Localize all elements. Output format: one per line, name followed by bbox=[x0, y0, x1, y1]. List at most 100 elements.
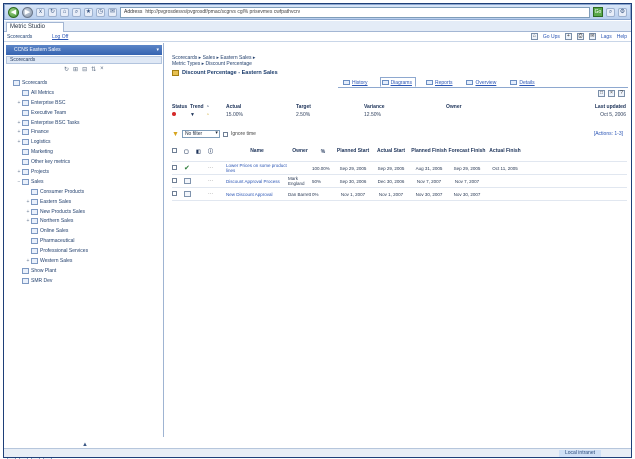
tree-item-label[interactable]: Show Plant bbox=[31, 268, 56, 274]
tree-item[interactable]: Other key metrics bbox=[7, 157, 163, 167]
search-icon[interactable]: ⌕ bbox=[72, 7, 81, 17]
tree-item-label[interactable]: SMR Dev bbox=[31, 278, 52, 284]
row-checkbox[interactable] bbox=[172, 191, 177, 196]
table-row[interactable]: ✔ ··· Lower Prices on some product lines 10… bbox=[172, 162, 627, 175]
row-menu-icon[interactable]: ··· bbox=[208, 191, 226, 197]
sort-icon[interactable]: ⇅ bbox=[91, 66, 96, 73]
tree-item[interactable]: + Enterprise BSC bbox=[7, 98, 163, 108]
tree-item[interactable]: Scorecards bbox=[7, 78, 163, 88]
col-percent[interactable]: % bbox=[312, 149, 334, 155]
tree-item-label[interactable]: Pharmaceutical bbox=[40, 238, 74, 244]
expand-icon[interactable]: ⊞ bbox=[73, 66, 78, 73]
tree-item-label[interactable]: Enterprise BSC bbox=[31, 100, 65, 106]
home-icon[interactable]: ⌂ bbox=[60, 7, 69, 17]
tree-item-label[interactable]: Western Sales bbox=[40, 258, 72, 264]
tree-item[interactable]: + Eastern Sales bbox=[7, 197, 163, 207]
header-link-lags[interactable]: Lags bbox=[601, 34, 612, 40]
tree-item[interactable]: Show Plant bbox=[7, 266, 163, 276]
tree-item-label[interactable]: All Metrics bbox=[31, 90, 54, 96]
chevron-down-icon[interactable]: ▾ bbox=[156, 45, 159, 55]
close-icon[interactable]: × bbox=[100, 66, 104, 73]
header-link-help[interactable]: Help bbox=[617, 34, 627, 40]
tree-item-label[interactable]: Other key metrics bbox=[31, 159, 70, 165]
col-planned-finish[interactable]: Planned Finish bbox=[410, 149, 448, 154]
col-actual-start[interactable]: Actual Start bbox=[372, 149, 410, 154]
actions-count-link[interactable]: [Actions: 1-3] bbox=[594, 131, 623, 137]
col-trend[interactable]: Trend bbox=[190, 104, 206, 110]
tree-item-label[interactable]: Eastern Sales bbox=[40, 199, 71, 205]
tree-item[interactable]: Online Sales bbox=[7, 226, 163, 236]
tree-item[interactable]: + New Products Sales bbox=[7, 207, 163, 217]
tree-item[interactable]: Pharmaceutical bbox=[7, 236, 163, 246]
col-actual[interactable]: Actual bbox=[226, 104, 296, 110]
tree-item-label[interactable]: Northern Sales bbox=[40, 218, 73, 224]
home-icon[interactable]: ⌂ bbox=[530, 33, 538, 40]
col-planned-start[interactable]: Planned Start bbox=[334, 149, 372, 154]
filter-select[interactable]: No filter bbox=[181, 130, 220, 138]
col-variance[interactable]: Variance bbox=[364, 104, 446, 110]
tab-details[interactable]: Details bbox=[508, 77, 538, 87]
refresh-icon[interactable]: ↻ bbox=[48, 7, 57, 17]
tree-item-label[interactable]: Finance bbox=[31, 129, 49, 135]
action-name-link[interactable]: Discount Approval Process bbox=[226, 179, 288, 184]
tree-item-label[interactable]: Logistics bbox=[31, 139, 50, 145]
forward-button[interactable]: ▶ bbox=[22, 6, 33, 18]
tree-item-label[interactable]: Online Sales bbox=[40, 228, 68, 234]
tree-item-label[interactable]: Projects bbox=[31, 169, 49, 175]
scorecard-selector[interactable]: CCNS Eastern Sales ▾ bbox=[6, 45, 162, 55]
tree-item-label[interactable]: Scorecards bbox=[22, 80, 47, 86]
browser-tab-metric-studio[interactable]: Metric Studio bbox=[6, 22, 64, 32]
header-link-go-ups[interactable]: Go Ups bbox=[543, 34, 560, 40]
row-checkbox[interactable] bbox=[172, 178, 177, 183]
breadcrumb-line-2[interactable]: Metric Types ▸ Discount Percentage bbox=[172, 61, 372, 67]
tree-item[interactable]: SMR Dev bbox=[7, 276, 163, 286]
tree-item-label[interactable]: Consumer Products bbox=[40, 189, 84, 195]
action-name-link[interactable]: New Discount Approval bbox=[226, 192, 288, 197]
email-icon[interactable]: ✉ bbox=[588, 33, 596, 40]
tree-item[interactable]: All Metrics bbox=[7, 88, 163, 98]
go-button[interactable]: Go bbox=[593, 7, 603, 17]
tab-history[interactable]: History bbox=[341, 77, 372, 87]
tree-item[interactable]: Marketing bbox=[7, 147, 163, 157]
row-menu-icon[interactable]: ··· bbox=[208, 165, 226, 171]
new-icon[interactable]: + bbox=[564, 33, 572, 40]
tree-item[interactable]: + Western Sales bbox=[7, 256, 163, 266]
row-menu-icon[interactable]: ··· bbox=[208, 178, 226, 184]
tree-item[interactable]: + Enterprise BSC Tasks bbox=[7, 118, 163, 128]
mail-icon[interactable]: ✉ bbox=[108, 7, 117, 17]
tree-item-label[interactable]: Professional Services bbox=[40, 248, 88, 254]
tree-item-label[interactable]: Executive Team bbox=[31, 110, 66, 116]
back-button[interactable]: ◀ bbox=[8, 6, 19, 18]
col-target[interactable]: Target bbox=[296, 104, 364, 110]
tree-item-label[interactable]: Enterprise BSC Tasks bbox=[31, 120, 80, 126]
close-icon[interactable]: × bbox=[608, 90, 615, 97]
tree-item[interactable]: + Logistics bbox=[7, 137, 163, 147]
tree-item[interactable]: + Northern Sales bbox=[7, 216, 163, 226]
col-name[interactable]: Name bbox=[226, 149, 288, 154]
tab-reports[interactable]: Reports bbox=[424, 77, 457, 87]
tab-overview[interactable]: Overview bbox=[464, 77, 500, 87]
tree-item-label[interactable]: Sales bbox=[31, 179, 44, 185]
address-bar[interactable]: Address http://pvgrosdesvs/pvgrosdf/pmac… bbox=[120, 6, 590, 18]
favorites-icon[interactable]: ★ bbox=[84, 7, 93, 17]
row-checkbox[interactable] bbox=[172, 165, 177, 170]
col-actual-finish[interactable]: Actual Finish bbox=[486, 149, 524, 154]
refresh-icon[interactable]: ↻ bbox=[64, 66, 69, 73]
ignore-time-checkbox[interactable] bbox=[222, 131, 228, 137]
tree-item[interactable]: Consumer Products bbox=[7, 187, 163, 197]
address-url[interactable]: http://pvgrosdesvs/pvgrosdf/pmac/scgrvs … bbox=[145, 9, 300, 15]
col-last-updated[interactable]: Last updated bbox=[526, 104, 626, 110]
tree-item[interactable]: Executive Team bbox=[7, 108, 163, 118]
stop-icon[interactable]: x bbox=[36, 7, 45, 17]
tree-item-label[interactable]: New Products Sales bbox=[40, 209, 85, 215]
select-all-checkbox[interactable] bbox=[172, 148, 184, 155]
logoff-link[interactable]: Log Off bbox=[52, 34, 68, 40]
tree-item[interactable]: Professional Services bbox=[7, 246, 163, 256]
table-row[interactable]: ··· Discount Approval Process Mark England… bbox=[172, 175, 627, 188]
history-icon[interactable]: ◷ bbox=[96, 7, 105, 17]
checkbox[interactable] bbox=[172, 148, 177, 153]
action-name-link[interactable]: Lower Prices on some product lines bbox=[226, 163, 288, 173]
maximize-icon[interactable]: □ bbox=[598, 90, 605, 97]
table-row[interactable]: ··· New Discount Approval Dan Barrett 0% Nov… bbox=[172, 188, 627, 201]
col-forecast-finish[interactable]: Forecast Finish bbox=[448, 149, 486, 154]
